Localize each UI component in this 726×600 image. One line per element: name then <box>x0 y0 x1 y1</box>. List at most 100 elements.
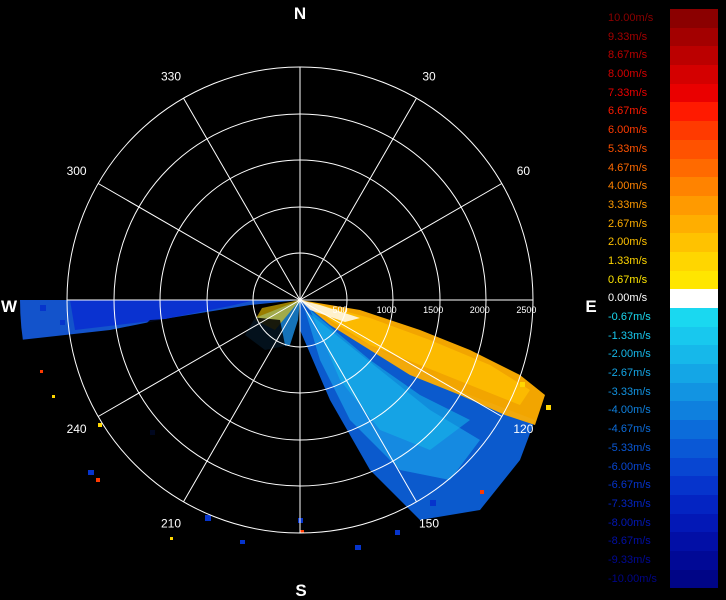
legend-row: 4.67m/s <box>606 158 718 178</box>
legend-row: -6.00m/s <box>606 457 718 477</box>
legend-row: -7.33m/s <box>606 494 718 514</box>
legend-label: 7.33m/s <box>608 86 648 99</box>
legend-swatch <box>670 420 718 439</box>
legend-label: -1.33m/s <box>608 329 651 342</box>
legend-row: 8.67m/s <box>606 46 718 66</box>
velocity-legend: 10.00m/s 9.33m/s 8.67m/s 8.00m/s 7.33m/s 6.67… <box>606 9 718 589</box>
legend-label: -0.67m/s <box>608 311 651 323</box>
legend-swatch <box>670 532 718 551</box>
legend-label: -9.33m/s <box>608 553 651 566</box>
bearing-label-30: 30 <box>422 70 436 84</box>
bearing-label-210: 210 <box>161 516 181 530</box>
legend-label: -10.00m/s <box>608 572 657 585</box>
legend-swatch <box>670 139 718 159</box>
legend-swatch <box>670 195 718 215</box>
legend-row: 3.33m/s <box>606 195 718 215</box>
legend-swatch <box>670 158 718 178</box>
legend-label: 6.00m/s <box>608 124 648 137</box>
legend-label: -6.67m/s <box>608 479 651 492</box>
legend-row: -6.67m/s <box>606 476 718 495</box>
legend-swatch <box>670 214 718 234</box>
range-label-1500: 1500 <box>423 305 443 315</box>
legend-label: 10.00m/s <box>608 12 654 24</box>
legend-label: -2.67m/s <box>608 367 651 380</box>
legend-swatch <box>670 364 718 383</box>
bearing-label-240: 240 <box>67 422 87 436</box>
azimuth-spoke-30 <box>299 97 417 301</box>
velocity-data-layer <box>20 300 551 550</box>
legend-label: 8.00m/s <box>608 68 648 81</box>
legend-row: 2.00m/s <box>606 233 718 252</box>
legend-swatch <box>670 494 718 514</box>
legend-swatch <box>670 345 718 365</box>
legend-row: -10.00m/s <box>606 569 718 589</box>
legend-label: -6.00m/s <box>608 460 651 473</box>
legend-label: 1.33m/s <box>608 254 648 267</box>
legend-swatch <box>670 476 718 495</box>
legend-row: -2.00m/s <box>606 345 718 365</box>
legend-row: -8.67m/s <box>606 532 718 551</box>
compass-south: S <box>295 581 306 600</box>
legend-row: 5.33m/s <box>606 139 718 159</box>
legend-row: 0.00m/s <box>606 289 718 308</box>
legend-swatch <box>670 270 718 290</box>
legend-swatch <box>670 289 718 308</box>
legend-label: -7.33m/s <box>608 497 651 510</box>
legend-row: -4.67m/s <box>606 420 718 439</box>
legend-label: -3.33m/s <box>608 385 651 398</box>
azimuth-spoke-300 <box>97 183 301 301</box>
legend-label: -4.67m/s <box>608 423 651 436</box>
legend-row: -4.00m/s <box>606 401 718 421</box>
legend-swatch <box>670 65 718 84</box>
compass-west: W <box>1 297 18 316</box>
legend-row: 10.00m/s <box>606 9 718 28</box>
legend-row: 0.67m/s <box>606 270 718 290</box>
range-label-500: 500 <box>332 305 347 315</box>
legend-row: 8.00m/s <box>606 65 718 84</box>
legend-swatch <box>670 308 718 327</box>
azimuth-spoke-60 <box>299 183 503 301</box>
legend-swatch <box>670 102 718 122</box>
legend-swatch <box>670 401 718 421</box>
legend-swatch <box>670 46 718 66</box>
legend-row: 6.67m/s <box>606 102 718 122</box>
compass-north: N <box>294 4 306 23</box>
legend-row: 1.33m/s <box>606 251 718 271</box>
legend-label: 4.00m/s <box>608 180 648 193</box>
legend-label: 4.67m/s <box>608 161 648 174</box>
legend-swatch <box>670 438 718 458</box>
legend-swatch <box>670 550 718 570</box>
legend-label: 8.67m/s <box>608 49 648 62</box>
legend-row: 2.67m/s <box>606 214 718 234</box>
legend-label: 3.33m/s <box>608 198 648 211</box>
legend-row: 7.33m/s <box>606 83 718 103</box>
range-label-2000: 2000 <box>470 305 490 315</box>
legend-row: 4.00m/s <box>606 177 718 196</box>
legend-swatch <box>670 382 718 402</box>
bearing-label-330: 330 <box>161 70 181 84</box>
range-label-1000: 1000 <box>377 305 397 315</box>
legend-swatch <box>670 121 718 140</box>
compass-east: E <box>585 297 596 316</box>
legend-row: -0.67m/s <box>606 308 718 327</box>
legend-swatch <box>670 83 718 103</box>
legend-label: -8.67m/s <box>608 535 651 548</box>
legend-label: 2.67m/s <box>608 217 648 230</box>
legend-label: 0.00m/s <box>608 292 648 305</box>
legend-row: 9.33m/s <box>606 27 718 47</box>
legend-label: -2.00m/s <box>608 348 651 361</box>
legend-row: -8.00m/s <box>606 513 718 533</box>
legend-label: -4.00m/s <box>608 404 651 417</box>
radar-ppi-plot: N E S W 30 60 120 150 210 240 300 330 500 1000 15… <box>1 4 597 600</box>
legend-label: -5.33m/s <box>608 441 651 454</box>
legend-swatch <box>670 9 718 28</box>
legend-swatch <box>670 326 718 346</box>
legend-label: 6.67m/s <box>608 105 648 118</box>
legend-swatch <box>670 233 718 252</box>
legend-row: -1.33m/s <box>606 326 718 346</box>
legend-label: 0.67m/s <box>608 273 648 286</box>
azimuth-spoke-330 <box>183 97 301 301</box>
legend-label: 9.33m/s <box>608 30 648 43</box>
legend-label: -8.00m/s <box>608 516 651 529</box>
legend-row: -9.33m/s <box>606 550 718 570</box>
